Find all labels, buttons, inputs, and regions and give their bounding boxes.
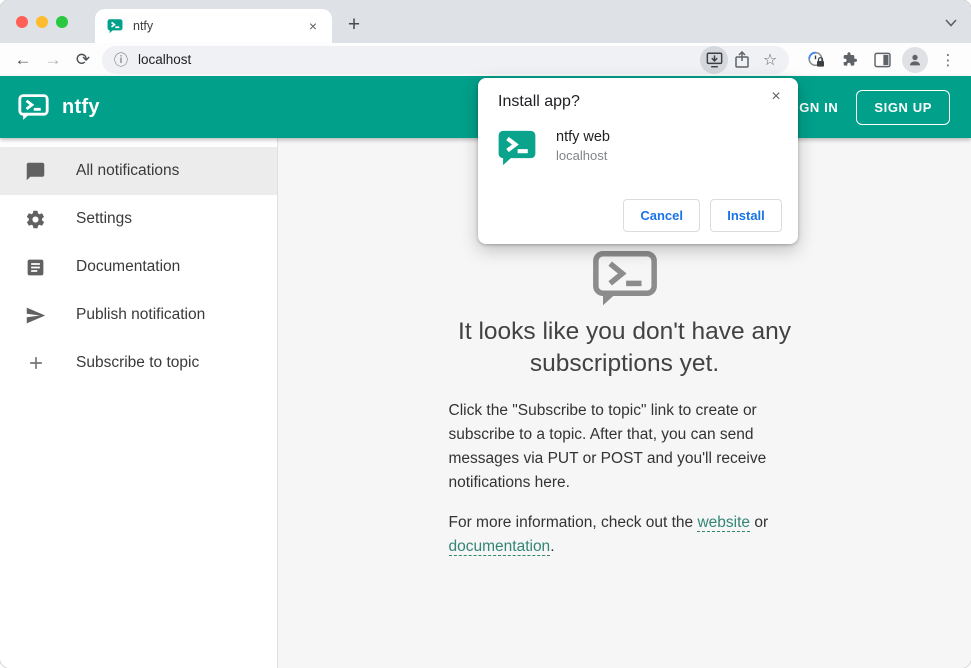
toolbar-right-icons: ⋮ [795, 46, 963, 74]
dialog-app-info: ntfy web localhost [556, 129, 610, 163]
dialog-title: Install app? [498, 93, 580, 110]
back-button[interactable]: ← [8, 46, 38, 74]
empty-state-title: It looks like you don't have any subscri… [458, 318, 791, 377]
browser-tab-ntfy[interactable]: ntfy × [95, 9, 332, 43]
sidebar: All notifications Settings Documentation… [0, 138, 278, 668]
browser-menu-icon[interactable]: ⋮ [933, 46, 963, 74]
install-app-icon[interactable] [700, 45, 728, 74]
site-info-icon[interactable]: ⓘ [114, 50, 128, 70]
website-link[interactable]: website [697, 514, 751, 532]
dialog-app-name: ntfy web [556, 129, 610, 145]
sidebar-item-all-notifications[interactable]: All notifications [0, 147, 277, 195]
bookmark-star-icon[interactable]: ☆ [756, 46, 784, 74]
brand-name: ntfy [62, 95, 100, 118]
clock-lock-extension-icon[interactable] [801, 46, 831, 74]
sidebar-item-subscribe-to-topic[interactable]: Subscribe to topic [0, 339, 277, 387]
document-icon [25, 257, 46, 278]
address-url[interactable]: localhost [138, 52, 700, 67]
tab-close-icon[interactable]: × [304, 17, 322, 35]
chat-bubble-icon [25, 161, 46, 182]
documentation-link[interactable]: documentation [448, 538, 551, 556]
more-middle-text: or [750, 514, 769, 531]
ntfy-logo-icon [18, 93, 49, 120]
empty-state-paragraph: Click the "Subscribe to topic" link to c… [448, 402, 767, 491]
sign-up-button[interactable]: SIGN UP [856, 89, 950, 125]
reload-button[interactable]: ⟳ [68, 46, 98, 74]
profile-avatar-icon[interactable] [900, 46, 930, 74]
more-suffix-text: . [550, 538, 555, 555]
dialog-app-origin: localhost [556, 148, 608, 163]
dialog-app-row: ntfy web localhost [498, 129, 782, 167]
sidebar-item-label: Documentation [76, 258, 181, 275]
window-minimize-button[interactable] [36, 16, 48, 28]
sidebar-item-label: Subscribe to topic [76, 354, 200, 371]
ntfy-favicon-icon [107, 19, 123, 34]
dialog-buttons: Cancel Install [498, 199, 782, 232]
new-tab-button[interactable]: + [340, 11, 368, 39]
side-panel-icon[interactable] [867, 46, 897, 74]
install-button[interactable]: Install [710, 199, 782, 232]
forward-button: → [44, 49, 62, 69]
share-icon[interactable] [728, 46, 756, 74]
tab-title: ntfy [133, 19, 154, 33]
sidebar-item-publish-notification[interactable]: Publish notification [0, 291, 277, 339]
sidebar-item-label: Publish notification [76, 306, 206, 323]
tab-search-chevron-icon[interactable] [945, 14, 957, 32]
ntfy-empty-state-icon [592, 250, 657, 306]
install-app-dialog: × Install app? ntfy web localhost Cancel… [478, 78, 798, 244]
send-icon [25, 305, 46, 326]
plus-icon [25, 353, 46, 374]
extensions-puzzle-icon[interactable] [834, 46, 864, 74]
tab-strip: ntfy × + [0, 0, 971, 43]
cancel-button[interactable]: Cancel [623, 199, 700, 232]
sidebar-item-label: Settings [76, 210, 133, 227]
window-zoom-button[interactable] [56, 16, 68, 28]
address-bar[interactable]: ⓘ localhost ☆ [102, 45, 789, 74]
browser-window: ntfy × + ← → ⟳ ⓘ localhost ☆ ⋮ ntfy SIGN… [0, 0, 971, 668]
ntfy-app-icon [498, 130, 536, 166]
dialog-close-icon[interactable]: × [766, 87, 786, 107]
browser-toolbar: ← → ⟳ ⓘ localhost ☆ ⋮ [0, 43, 971, 76]
empty-state-more: For more information, check out the webs… [448, 511, 801, 559]
more-prefix-text: For more information, check out the [448, 514, 698, 531]
gear-icon [25, 209, 46, 230]
sidebar-item-settings[interactable]: Settings [0, 195, 277, 243]
window-close-button[interactable] [16, 16, 28, 28]
window-controls [16, 16, 68, 28]
sidebar-item-label: All notifications [76, 162, 180, 179]
sidebar-item-documentation[interactable]: Documentation [0, 243, 277, 291]
